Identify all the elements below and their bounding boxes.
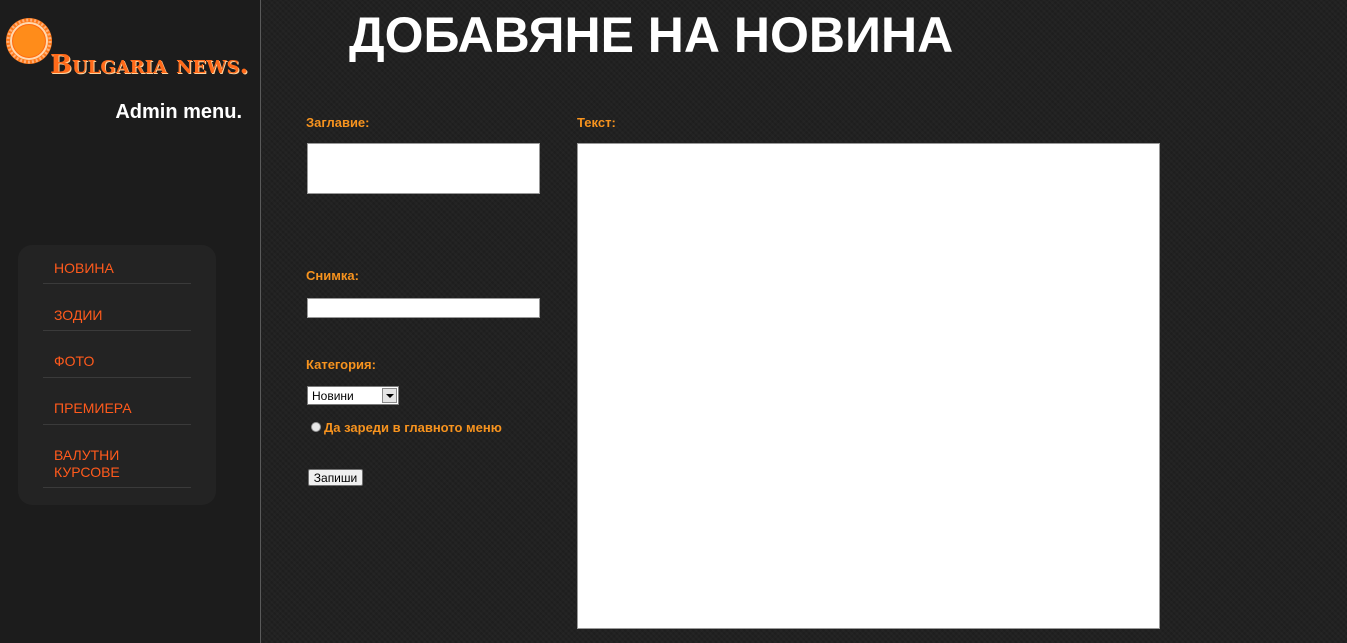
menu-item-premiere[interactable]: ПРЕМИЕРА — [43, 400, 191, 425]
title-input[interactable] — [307, 143, 540, 194]
text-label: Текст: — [577, 115, 616, 130]
menu-item-label: ВАЛУТНИ КУРСОВЕ — [54, 447, 120, 480]
main-menu-radio[interactable] — [311, 422, 321, 432]
menu-item-photo[interactable]: ФОТО — [43, 353, 191, 378]
image-input[interactable] — [307, 298, 540, 318]
menu-item-label: ЗОДИИ — [54, 307, 103, 323]
category-select[interactable]: Новини — [307, 386, 399, 405]
menu-item-news[interactable]: НОВИНА — [43, 260, 191, 284]
menu-item-label: НОВИНА — [54, 260, 114, 276]
category-label: Категория: — [306, 357, 376, 372]
logo[interactable]: Bulgaria news. — [2, 10, 258, 80]
main-menu-radio-label: Да зареди в главното меню — [324, 420, 502, 435]
menu-item-label: ПРЕМИЕРА — [54, 400, 132, 416]
image-label: Снимка: — [306, 268, 359, 283]
chevron-down-icon[interactable] — [382, 388, 397, 403]
menu-item-exchange-rates[interactable]: ВАЛУТНИ КУРСОВЕ — [43, 447, 191, 488]
page-title: ДОБАВЯНЕ НА НОВИНА — [349, 7, 954, 63]
title-label: Заглавие: — [306, 115, 370, 130]
sidebar: Bulgaria news. Admin menu. НОВИНА ЗОДИИ … — [0, 0, 261, 643]
sun-logo-icon — [6, 18, 52, 64]
text-textarea[interactable] — [577, 143, 1160, 629]
admin-menu: НОВИНА ЗОДИИ ФОТО ПРЕМИЕРА ВАЛУТНИ КУРСО… — [18, 245, 216, 505]
menu-item-label: ФОТО — [54, 353, 95, 369]
brand-name: Bulgaria news. — [50, 50, 249, 80]
admin-menu-title: Admin menu. — [115, 101, 242, 123]
save-button[interactable]: Запиши — [308, 469, 363, 486]
menu-item-zodiac[interactable]: ЗОДИИ — [43, 307, 191, 331]
category-selected-value: Новини — [312, 389, 354, 403]
